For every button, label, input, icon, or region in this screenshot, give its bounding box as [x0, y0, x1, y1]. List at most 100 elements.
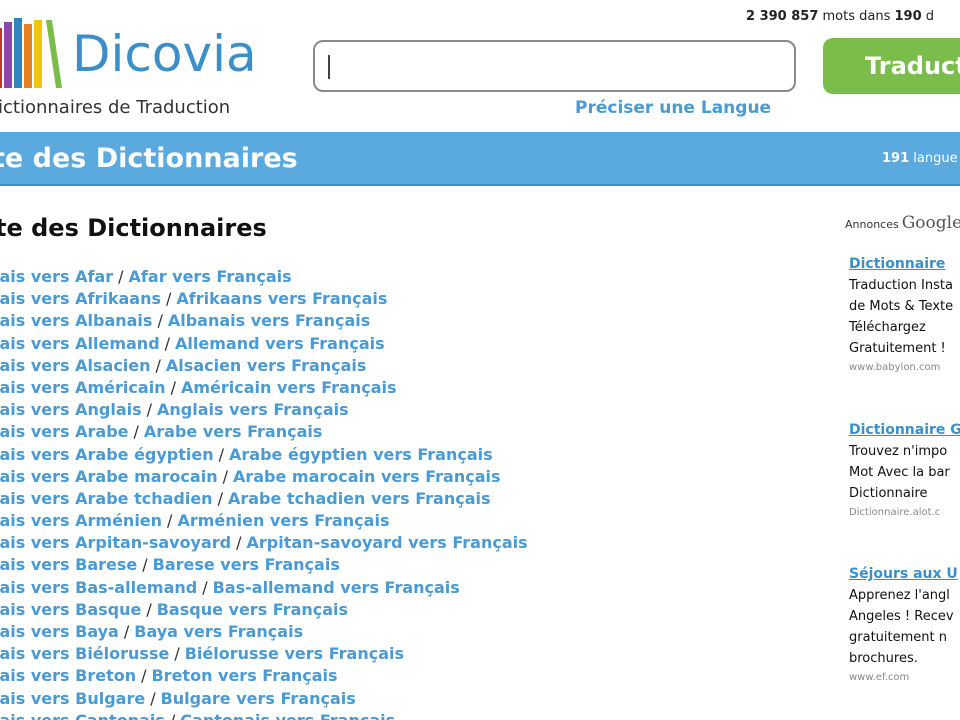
ads-label-text: Annonces	[845, 218, 899, 231]
link-separator: /	[167, 511, 173, 531]
dictionary-link-to-french[interactable]: Arabe marocain vers Français	[233, 467, 501, 486]
dictionary-link-to-french[interactable]: Américain vers Français	[181, 378, 397, 397]
dictionary-link-from-french[interactable]: çais vers Arabe tchadien	[0, 489, 213, 508]
dictionary-list-item: çais vers Arabe tchadien / Arabe tchadien …	[0, 488, 528, 510]
dictionary-list-item: çais vers Allemand / Allemand vers Françai…	[0, 333, 528, 355]
dictionary-link-from-french[interactable]: çais vers Basque	[0, 600, 141, 619]
link-separator: /	[146, 400, 153, 420]
ad-block: Séjours aux U Apprenez l'angl Angeles ! …	[849, 564, 960, 687]
page: Dicovia ictionnaires de Traduction Tradu…	[0, 0, 960, 720]
dictionary-link-from-french[interactable]: çais vers Afar	[0, 267, 113, 286]
link-separator: /	[142, 555, 148, 575]
dictionary-link-from-french[interactable]: çais vers Albanais	[0, 311, 152, 330]
dictionary-link-from-french[interactable]: çais vers Breton	[0, 666, 136, 685]
dictionary-link-to-french[interactable]: Anglais vers Français	[157, 400, 349, 419]
ad-text-line: Traduction Insta	[849, 278, 953, 293]
dictionary-link-from-french[interactable]: çais vers Américain	[0, 378, 166, 397]
dictionary-link-from-french[interactable]: çais vers Barese	[0, 555, 137, 574]
ad-title-link[interactable]: Séjours aux U	[849, 564, 960, 585]
dictionary-link-to-french[interactable]: Arabe vers Français	[144, 422, 322, 441]
dictionary-list-item: çais vers Cantonais/Cantonais vers Franç…	[0, 710, 528, 720]
dictionary-link-from-french[interactable]: çais vers Bulgare	[0, 689, 145, 708]
dictionary-list-item: çais vers Breton / Breton vers Français	[0, 665, 528, 687]
language-count-number: 190	[894, 9, 922, 24]
dictionary-link-to-french[interactable]: Bas-allemand vers Français	[213, 578, 460, 597]
dictionary-link-to-french[interactable]: Cantonais vers Français	[180, 711, 395, 720]
ad-text-line: brochures.	[849, 651, 918, 666]
ad-text-line: de Mots & Texte	[849, 299, 954, 314]
dictionary-link-from-french[interactable]: çais vers Arabe	[0, 422, 129, 441]
dictionary-link-to-french[interactable]: Arabe tchadien vers Français	[228, 489, 491, 508]
dictionary-link-to-french[interactable]: Barese vers Français	[153, 555, 340, 574]
dictionary-list-item: çais vers Anglais / Anglais vers Français	[0, 399, 528, 421]
ad-text-line: Angeles ! Recev	[849, 609, 954, 624]
ad-title-link[interactable]: Dictionnaire	[849, 254, 960, 275]
ad-url[interactable]: www.babylon.com	[849, 359, 960, 377]
dictionary-link-to-french[interactable]: Breton vers Français	[151, 666, 337, 685]
link-separator: /	[157, 311, 163, 331]
word-count-tail: d	[921, 9, 935, 24]
dictionary-list-item: çais vers Bulgare / Bulgare vers Français	[0, 688, 528, 710]
link-separator: /	[165, 711, 180, 720]
dictionary-link-to-french[interactable]: Basque vers Français	[157, 600, 348, 619]
dictionary-link-from-french[interactable]: çais vers Arabe marocain	[0, 467, 218, 486]
ad-block: Dictionnaire Traduction Insta de Mots & …	[849, 254, 960, 377]
dictionary-link-to-french[interactable]: Biélorusse vers Français	[185, 644, 404, 663]
dictionary-link-to-french[interactable]: Arpitan-savoyard vers Français	[247, 533, 528, 552]
ads-label: Annonces Google	[845, 212, 960, 236]
specify-language-link[interactable]: Préciser une Langue	[575, 96, 771, 120]
google-logo[interactable]: Google	[902, 213, 960, 233]
dictionary-list-item: çais vers Bas-allemand / Bas-allemand vers…	[0, 577, 528, 599]
translate-button[interactable]: Traductio	[823, 38, 960, 94]
dictionary-link-from-french[interactable]: çais vers Arménien	[0, 511, 162, 530]
dictionary-list-item: çais vers Arabe marocain / Arabe marocain …	[0, 466, 528, 488]
banner-title: te des Dictionnaires	[0, 143, 298, 174]
dictionary-list-item: çais vers Américain / Américain vers Franç…	[0, 377, 528, 399]
dictionary-list-item: çais vers Arabe / Arabe vers Français	[0, 421, 528, 443]
logo-tagline: ictionnaires de Traduction	[0, 97, 231, 118]
ad-text-line: Dictionnaire	[849, 486, 928, 501]
link-separator: /	[123, 622, 130, 641]
link-separator: /	[146, 599, 152, 619]
dictionary-list-item: çais vers Alsacien / Alsacien vers Françai…	[0, 355, 528, 377]
dictionary-link-from-french[interactable]: çais vers Arabe égyptien	[0, 445, 214, 464]
dictionary-link-from-french[interactable]: çais vers Biélorusse	[0, 644, 169, 663]
dictionary-link-from-french[interactable]: çais vers Anglais	[0, 400, 142, 419]
dictionary-link-to-french[interactable]: Afrikaans vers Français	[176, 289, 387, 308]
ad-url[interactable]: Dictionnaire.alot.c	[849, 504, 960, 522]
ad-url[interactable]: www.ef.com	[849, 669, 960, 687]
ad-text-line: Gratuitement !	[849, 341, 946, 356]
dictionary-link-to-french[interactable]: Alsacien vers Français	[166, 356, 367, 375]
dictionary-link-from-french[interactable]: çais vers Baya	[0, 622, 119, 641]
dictionary-list-item: çais vers Biélorusse / Biélorusse vers Fra…	[0, 643, 528, 665]
dictionary-link-to-french[interactable]: Albanais vers Français	[168, 311, 370, 330]
word-count-mid: mots dans	[818, 9, 895, 24]
link-separator: /	[155, 355, 161, 375]
link-separator: /	[222, 466, 228, 486]
ad-title-link[interactable]: Dictionnaire G	[849, 420, 960, 441]
dictionary-link-from-french[interactable]: çais vers Arpitan-savoyard	[0, 533, 231, 552]
dictionary-link-from-french[interactable]: çais vers Alsacien	[0, 356, 151, 375]
dictionary-link-from-french[interactable]: çais vers Cantonais	[0, 711, 165, 720]
dictionary-link-to-french[interactable]: Arménien vers Français	[177, 511, 389, 530]
dictionary-link-to-french[interactable]: Arabe égyptien vers Français	[229, 445, 493, 464]
logo-wordmark[interactable]: Dicovia	[72, 24, 257, 84]
ad-text-line: gratuitement n	[849, 630, 947, 645]
dictionary-link-to-french[interactable]: Allemand vers Français	[175, 334, 385, 353]
page-title: te des Dictionnaires	[0, 214, 267, 242]
dictionary-link-to-french[interactable]: Bulgare vers Français	[161, 689, 356, 708]
dictionary-link-to-french[interactable]: Baya vers Français	[134, 622, 303, 641]
dictionary-link-from-french[interactable]: çais vers Allemand	[0, 334, 160, 353]
link-separator: /	[202, 577, 208, 597]
dictionary-link-from-french[interactable]: çais vers Afrikaans	[0, 289, 161, 308]
word-count-number: 2 390 857	[746, 9, 819, 24]
dictionary-link-to-french[interactable]: Afar vers Français	[129, 267, 292, 286]
link-separator: /	[218, 444, 225, 464]
search-input[interactable]	[313, 40, 796, 92]
dictionary-link-from-french[interactable]: çais vers Bas-allemand	[0, 578, 197, 597]
link-separator: /	[141, 666, 147, 686]
link-separator: /	[166, 289, 172, 309]
dictionary-list-item: çais vers Afar / Afar vers Français	[0, 266, 528, 288]
link-separator: /	[174, 644, 180, 664]
books-logo-icon	[0, 18, 62, 88]
